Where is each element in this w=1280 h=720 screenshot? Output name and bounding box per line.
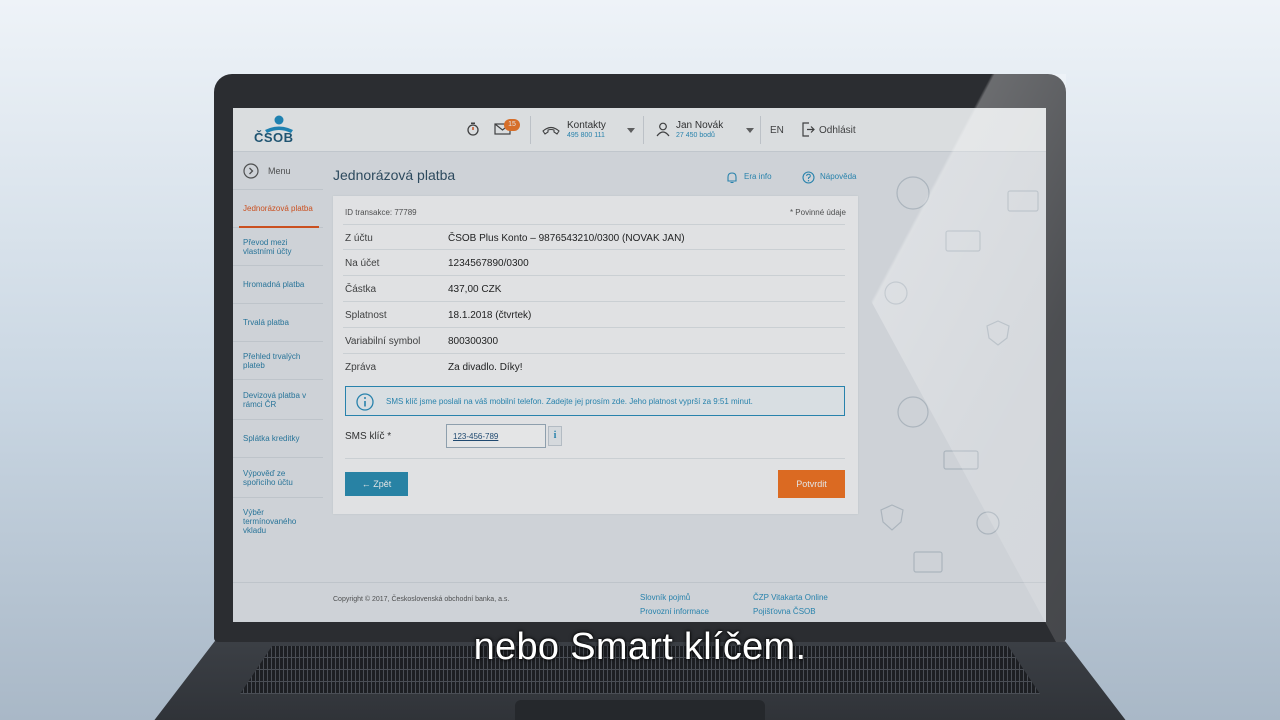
sidebar-item-vypoved-sporiciho-uctu[interactable]: Výpověď ze spořicího účtu bbox=[233, 458, 323, 498]
info-icon bbox=[356, 393, 374, 411]
footer-link-operational-info[interactable]: Provozní informace bbox=[640, 607, 709, 616]
payment-summary-card: ID transakce: 77789 * Povinné údaje Z úč… bbox=[333, 196, 858, 514]
topbar-divider bbox=[643, 116, 644, 144]
sidebar-item-label: Hromadná platba bbox=[243, 280, 305, 289]
footer: Copyright © 2017, Československá obchodn… bbox=[233, 582, 1046, 622]
sidebar-item-hromadna-platba[interactable]: Hromadná platba bbox=[233, 266, 323, 304]
user-chevron-down-icon[interactable] bbox=[746, 128, 754, 133]
detail-value: 18.1.2018 (čtvrtek) bbox=[448, 310, 532, 321]
sms-info-box: SMS klíč jsme poslali na váš mobilní tel… bbox=[345, 386, 845, 416]
top-bar: ČSOB 15 Kontakty 495 800 111 Jan Novák 2… bbox=[233, 108, 1046, 152]
decorative-circle-icon bbox=[884, 281, 908, 305]
sidebar-item-splatka-kreditky[interactable]: Splátka kreditky bbox=[233, 420, 323, 458]
decorative-card-icon bbox=[945, 230, 981, 252]
sidebar-item-label: Výpověď ze spořicího účtu bbox=[243, 468, 293, 487]
topbar-divider bbox=[530, 116, 531, 144]
user-name[interactable]: Jan Novák bbox=[676, 120, 723, 131]
detail-row-from-account: Z účtu ČSOB Plus Konto – 9876543210/0300… bbox=[343, 224, 845, 250]
detail-value: 800300300 bbox=[448, 336, 499, 347]
help-icon[interactable] bbox=[802, 171, 815, 184]
sidebar-item-label: Devizová platba v rámci ČR bbox=[243, 390, 307, 409]
sidebar-menu-label: Menu bbox=[268, 166, 291, 176]
era-info-link[interactable]: Era info bbox=[744, 172, 772, 181]
decorative-circle-icon bbox=[896, 176, 930, 210]
footer-link-glossary[interactable]: Slovník pojmů bbox=[640, 593, 690, 602]
detail-label: Částka bbox=[345, 284, 377, 295]
detail-label: Splatnost bbox=[345, 310, 387, 321]
sidebar-item-vyber-terminovaneho-vkladu[interactable]: Výběr termínovaného vkladu bbox=[233, 498, 323, 544]
detail-label: Z účtu bbox=[345, 233, 373, 244]
footer-link-vitakarta[interactable]: ČZP Vitakarta Online bbox=[753, 593, 828, 602]
video-subtitle: nebo Smart klíčem. bbox=[473, 626, 807, 668]
sidebar-item-label: Výběr termínovaného vkladu bbox=[243, 507, 297, 535]
detail-row-amount: Částka 437,00 CZK bbox=[343, 276, 845, 302]
sidebar: Menu Jednorázová platba Převod mezi vlas… bbox=[233, 152, 323, 582]
detail-value: ČSOB Plus Konto – 9876543210/0300 (NOVAK… bbox=[448, 233, 685, 244]
detail-row-variable-symbol: Variabilní symbol 800300300 bbox=[343, 328, 845, 354]
sidebar-item-label: Přehled trvalých plateb bbox=[243, 351, 301, 370]
form-divider bbox=[345, 458, 845, 459]
contacts-label[interactable]: Kontakty bbox=[567, 120, 606, 131]
contacts-phone: 495 800 111 bbox=[567, 132, 605, 139]
phone-icon bbox=[542, 126, 560, 135]
laptop-trackpad bbox=[515, 700, 765, 720]
sms-key-input[interactable] bbox=[446, 424, 546, 448]
video-scene: ČSOB 15 Kontakty 495 800 111 Jan Novák 2… bbox=[0, 0, 1280, 720]
bell-icon[interactable] bbox=[726, 171, 738, 184]
decorative-card-icon bbox=[943, 450, 979, 470]
copyright-text: Copyright © 2017, Československá obchodn… bbox=[333, 596, 510, 603]
sms-info-text: SMS klíč jsme poslali na váš mobilní tel… bbox=[386, 397, 753, 406]
menu-arrow-circle-icon bbox=[243, 163, 259, 179]
decorative-circle-icon bbox=[976, 511, 1000, 535]
sidebar-item-label: Splátka kreditky bbox=[243, 434, 300, 443]
csob-logo-text: ČSOB bbox=[254, 130, 294, 145]
back-button-label: Zpět bbox=[373, 479, 392, 489]
language-switch[interactable]: EN bbox=[770, 125, 784, 136]
logout-icon[interactable] bbox=[801, 122, 815, 137]
footer-link-insurance[interactable]: Pojišťovna ČSOB bbox=[753, 607, 816, 616]
detail-row-to-account: Na účet 1234567890/0300 bbox=[343, 250, 845, 276]
decorative-coin-icon bbox=[897, 396, 929, 428]
decorative-card-icon bbox=[1007, 190, 1039, 212]
detail-value: 437,00 CZK bbox=[448, 284, 502, 295]
sidebar-item-devizova-platba[interactable]: Devizová platba v rámci ČR bbox=[233, 380, 323, 420]
back-button[interactable]: ← Zpět bbox=[345, 472, 408, 496]
sidebar-item-prevod-mezi-ucty[interactable]: Převod mezi vlastními účty bbox=[233, 228, 323, 266]
notification-badge: 15 bbox=[504, 119, 520, 131]
detail-label: Variabilní symbol bbox=[345, 336, 421, 347]
sms-key-info-icon[interactable]: i bbox=[548, 426, 562, 446]
sidebar-item-label: Trvalá platba bbox=[243, 318, 289, 327]
detail-label: Zpráva bbox=[345, 362, 377, 373]
decorative-shield-icon bbox=[986, 320, 1010, 346]
topbar-divider bbox=[760, 116, 761, 144]
sidebar-item-prehled-trvalych-plateb[interactable]: Přehled trvalých plateb bbox=[233, 342, 323, 380]
decorative-card-icon bbox=[913, 551, 943, 573]
contacts-chevron-down-icon[interactable] bbox=[627, 128, 635, 133]
transaction-id: ID transakce: 77789 bbox=[345, 208, 417, 217]
user-points: 27 450 bodů bbox=[676, 132, 715, 139]
help-link[interactable]: Nápověda bbox=[820, 172, 856, 181]
sidebar-item-label: Jednorázová platba bbox=[243, 204, 313, 213]
detail-value: Za divadlo. Díky! bbox=[448, 362, 523, 373]
detail-value: 1234567890/0300 bbox=[448, 258, 529, 269]
confirm-button[interactable]: Potvrdit bbox=[778, 470, 845, 498]
user-icon bbox=[656, 122, 670, 137]
decorative-shield-icon bbox=[880, 504, 904, 531]
detail-label: Na účet bbox=[345, 258, 380, 269]
sidebar-item-trvala-platba[interactable]: Trvalá platba bbox=[233, 304, 323, 342]
detail-row-message: Zpráva Za divadlo. Díky! bbox=[343, 354, 845, 380]
page-title: Jednorázová platba bbox=[333, 167, 456, 183]
sidebar-menu-toggle[interactable]: Menu bbox=[233, 152, 323, 190]
sidebar-item-label: Převod mezi vlastními účty bbox=[243, 237, 292, 256]
required-fields-note: * Povinné údaje bbox=[789, 208, 846, 217]
sms-key-label: SMS klíč * bbox=[345, 431, 392, 442]
detail-row-due-date: Splatnost 18.1.2018 (čtvrtek) bbox=[343, 302, 845, 328]
logout-link[interactable]: Odhlásit bbox=[819, 125, 856, 136]
back-arrow-icon: ← bbox=[361, 479, 371, 489]
sidebar-item-jednorazova-platba[interactable]: Jednorázová platba bbox=[233, 190, 323, 228]
laptop-screen: ČSOB 15 Kontakty 495 800 111 Jan Novák 2… bbox=[233, 108, 1046, 622]
timer-icon[interactable] bbox=[466, 122, 480, 136]
